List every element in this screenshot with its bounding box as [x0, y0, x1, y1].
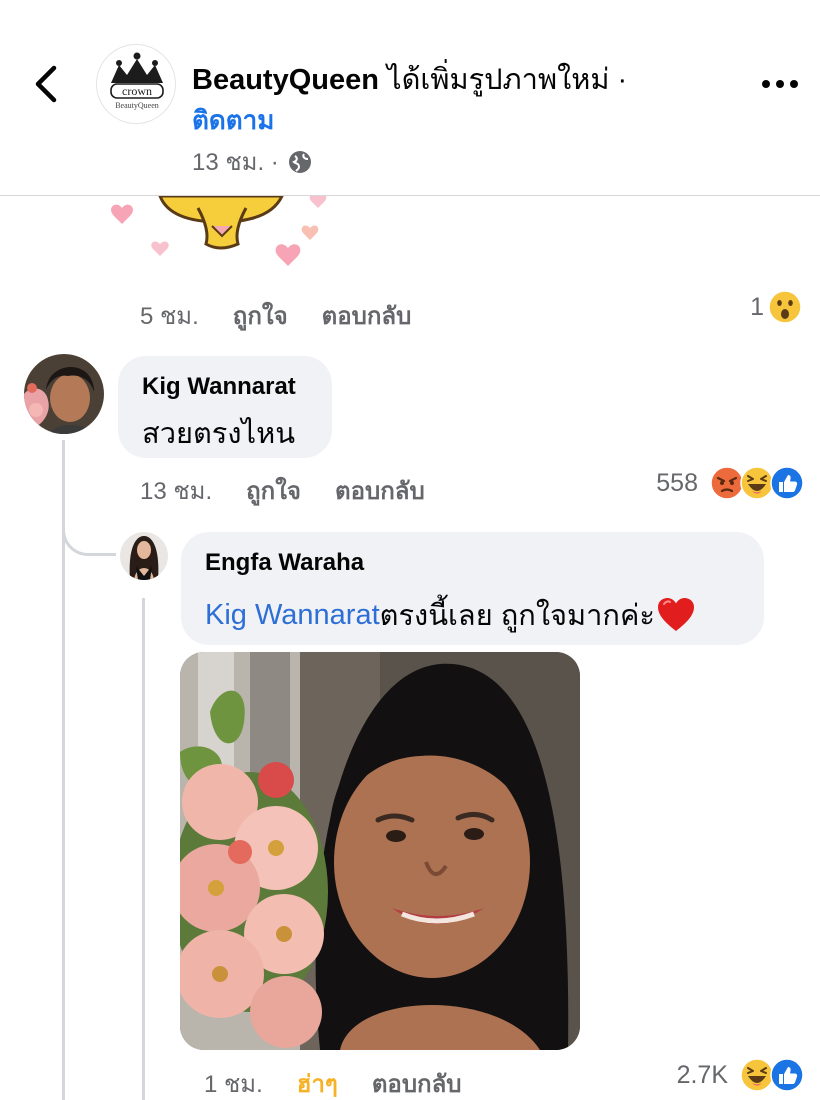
comment-time[interactable]: 5 ชม. [140, 296, 199, 335]
reply-author[interactable]: Engfa Waraha [205, 549, 364, 577]
comment-actions: 13 ชม. ถูกใจ ตอบกลับ [140, 471, 425, 510]
follow-button[interactable]: ติดตาม [192, 100, 274, 141]
wow-reaction-icon [768, 290, 802, 324]
reaction-summary[interactable]: 558 [656, 466, 804, 500]
reaction-summary[interactable]: 1 [750, 290, 802, 324]
post-meta: 13 ชม. · [192, 142, 313, 181]
post-action-text: ได้เพิ่มรูปภาพใหม่ · [378, 64, 628, 96]
thread-connector [62, 500, 116, 556]
like-button[interactable]: ถูกใจ [233, 296, 288, 335]
reply-text: Kig Wannarat ตรงนี้เลย ถูกใจมากค่ะ [205, 592, 695, 638]
like-reaction-icon [770, 466, 804, 500]
profile-photo [24, 354, 104, 434]
reply-photo[interactable] [180, 652, 580, 1050]
avatar[interactable] [24, 354, 104, 434]
reaction-summary[interactable]: 2.7K [677, 1058, 804, 1092]
reply-button[interactable]: ตอบกลับ [372, 1064, 462, 1100]
reply-bubble: Engfa Waraha Kig Wannarat ตรงนี้เลย ถูกใ… [181, 532, 764, 645]
profile-photo [120, 532, 168, 580]
comment-author[interactable]: Kig Wannarat [142, 373, 296, 401]
reaction-count: 2.7K [676, 1060, 728, 1089]
page-name-link[interactable]: BeautyQueen [192, 64, 379, 96]
post-time[interactable]: 13 ชม. · [192, 142, 279, 181]
reply-thread-line [142, 598, 145, 1100]
comment-time[interactable]: 13 ชม. [140, 471, 212, 510]
post-header: crown BeautyQueen BeautyQueen ได้เพิ่มรู… [0, 0, 820, 196]
haha-reaction-icon [740, 466, 774, 500]
haha-reacted-button[interactable]: ฮ่าๆ [297, 1064, 338, 1100]
reply-time[interactable]: 1 ชม. [204, 1064, 263, 1100]
back-button[interactable] [30, 62, 64, 106]
sticker-image [110, 193, 350, 276]
comment-text: สวยตรงไหน [142, 418, 296, 450]
chevron-left-icon [35, 65, 57, 103]
svg-text:BeautyQueen: BeautyQueen [115, 101, 159, 110]
more-options-button[interactable] [760, 72, 800, 96]
reply-message: ตรงนี้เลย ถูกใจมากค่ะ [379, 600, 655, 632]
avatar[interactable] [120, 532, 168, 580]
crown-logo-icon: crown BeautyQueen [110, 52, 164, 110]
reply-button[interactable]: ตอบกลับ [322, 296, 412, 335]
reaction-count: 558 [656, 468, 698, 497]
post-title: BeautyQueen ได้เพิ่มรูปภาพใหม่ · [192, 56, 627, 102]
reply-button[interactable]: ตอบกลับ [335, 471, 425, 510]
dot-icon [776, 80, 784, 88]
red-heart-emoji-icon [657, 598, 694, 631]
mention-link[interactable]: Kig Wannarat [205, 599, 380, 632]
globe-icon [288, 150, 311, 173]
svg-text:crown: crown [122, 84, 152, 98]
angry-reaction-icon [710, 466, 744, 500]
page-avatar[interactable]: crown BeautyQueen [96, 44, 176, 124]
like-button[interactable]: ถูกใจ [246, 471, 301, 510]
dot-icon [790, 80, 798, 88]
haha-reaction-icon [740, 1058, 774, 1092]
like-reaction-icon [770, 1058, 804, 1092]
comment-bubble: Kig Wannarat สวยตรงไหน [118, 356, 332, 458]
reply-actions: 1 ชม. ฮ่าๆ ตอบกลับ [204, 1064, 462, 1100]
attached-photo [180, 652, 580, 1050]
comment-actions: 5 ชม. ถูกใจ ตอบกลับ [140, 296, 411, 335]
reaction-count: 1 [750, 292, 764, 321]
dot-icon [762, 80, 770, 88]
